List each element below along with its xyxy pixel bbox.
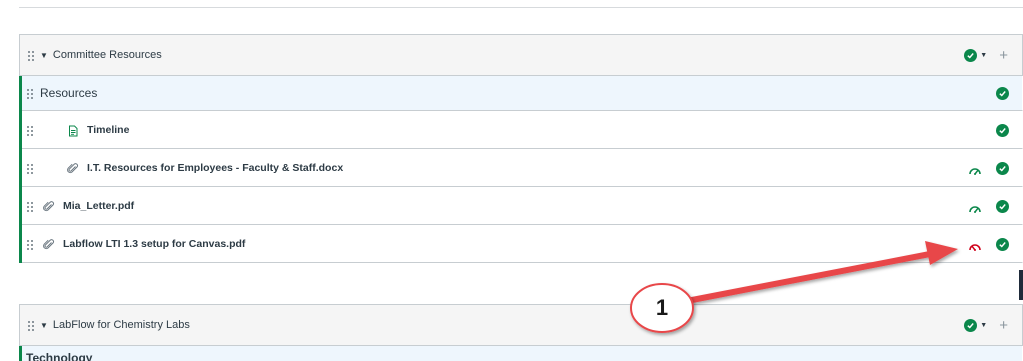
published-check-icon[interactable]: [996, 161, 1009, 175]
published-check-icon[interactable]: [996, 87, 1009, 100]
list-item[interactable]: Labflow LTI 1.3 setup for Canvas.pdf: [22, 225, 1023, 263]
module-labflow-chemistry: ▼ LabFlow for Chemistry Labs ▼ + Technol…: [19, 304, 1023, 361]
drag-handle-icon[interactable]: [26, 124, 34, 136]
subheader-title: Technology: [26, 351, 93, 361]
collapse-caret-icon[interactable]: ▼: [40, 321, 48, 330]
mastery-paths-gauge-icon[interactable]: [968, 201, 982, 213]
drag-handle-icon[interactable]: [26, 238, 34, 250]
drag-handle-icon[interactable]: [27, 319, 35, 331]
callout-number: 1: [655, 295, 669, 320]
publish-menu-caret-icon[interactable]: ▼: [980, 322, 987, 329]
add-item-plus-icon[interactable]: +: [999, 318, 1008, 333]
list-item[interactable]: Mia_Letter.pdf: [22, 187, 1023, 225]
collapse-caret-icon[interactable]: ▼: [40, 51, 48, 60]
published-check-icon[interactable]: [964, 48, 978, 62]
list-item[interactable]: I.T. Resources for Employees - Faculty &…: [22, 149, 1023, 187]
drag-handle-icon[interactable]: [26, 200, 34, 212]
mastery-paths-gauge-icon[interactable]: [968, 163, 982, 175]
published-check-icon[interactable]: [996, 199, 1009, 213]
module-header[interactable]: ▼ Committee Resources ▼ +: [19, 34, 1023, 76]
published-check-icon[interactable]: [996, 123, 1009, 137]
page-icon: [67, 124, 79, 136]
paperclip-icon: [67, 162, 79, 174]
paperclip-icon: [43, 200, 55, 212]
top-divider: [19, 7, 1023, 8]
drag-handle-icon[interactable]: [26, 162, 34, 174]
scrollbar-edge: [1019, 270, 1023, 300]
module-title: Committee Resources: [52, 49, 162, 61]
module-committee-resources: ▼ Committee Resources ▼ + Resources Time…: [19, 34, 1023, 263]
subheader-title: Resources: [40, 86, 98, 100]
module-items: Technology: [19, 346, 1023, 361]
publish-menu-caret-icon[interactable]: ▼: [980, 52, 987, 59]
published-check-icon[interactable]: [996, 237, 1009, 251]
item-title-link[interactable]: Labflow LTI 1.3 setup for Canvas.pdf: [63, 238, 245, 250]
add-item-plus-icon[interactable]: +: [999, 48, 1008, 63]
module-title: LabFlow for Chemistry Labs: [52, 319, 190, 331]
list-item[interactable]: Resources: [22, 76, 1023, 111]
module-header[interactable]: ▼ LabFlow for Chemistry Labs ▼ +: [19, 304, 1023, 346]
item-title-link[interactable]: Mia_Letter.pdf: [63, 200, 134, 212]
item-title-link[interactable]: Timeline: [87, 124, 129, 136]
paperclip-icon: [43, 238, 55, 250]
mastery-paths-gauge-icon[interactable]: [968, 239, 982, 251]
list-item[interactable]: Timeline: [22, 111, 1023, 149]
drag-handle-icon[interactable]: [27, 49, 35, 61]
published-check-icon[interactable]: [964, 318, 978, 332]
drag-handle-icon[interactable]: [26, 87, 34, 99]
item-title-link[interactable]: I.T. Resources for Employees - Faculty &…: [87, 162, 343, 174]
list-item[interactable]: Technology: [22, 346, 1023, 361]
module-items: Resources Timeline I.T. Resources for Em…: [19, 76, 1023, 263]
